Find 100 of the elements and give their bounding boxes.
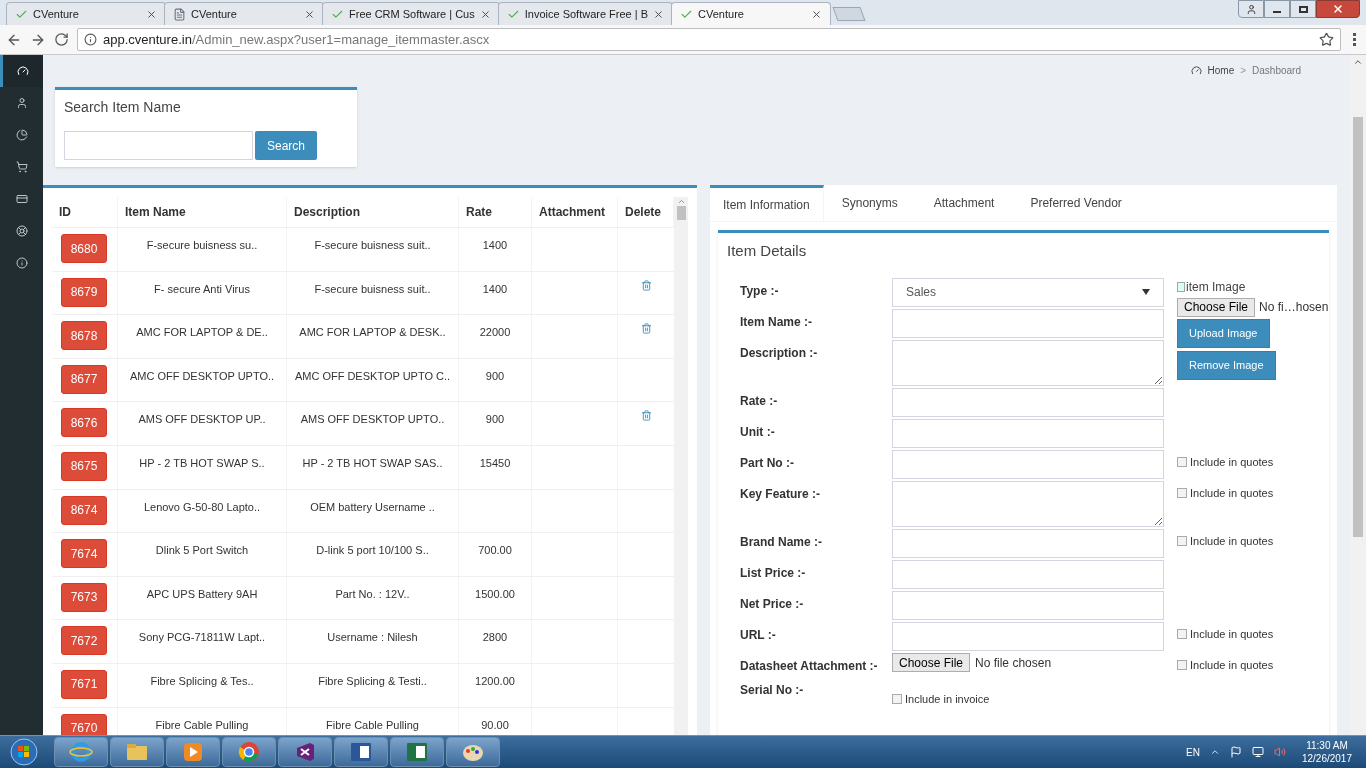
reload-icon[interactable] bbox=[54, 32, 69, 47]
address-field[interactable]: app.cventure.in/Admin_new.aspx?user1=manage_itemmaster.ascx bbox=[77, 28, 1341, 51]
taskbar-app-button[interactable] bbox=[446, 737, 500, 767]
browser-tab[interactable]: Invoice Software Free | B bbox=[497, 2, 674, 25]
browser-tab[interactable]: Free CRM Software | Cus bbox=[322, 2, 500, 25]
detail-tab[interactable]: Synonyms bbox=[823, 185, 916, 221]
table-cell: 1200.00 bbox=[459, 663, 532, 707]
table-cell: 15450 bbox=[459, 445, 532, 489]
id-badge[interactable]: 8680 bbox=[61, 234, 107, 263]
life-ring-icon bbox=[15, 225, 28, 237]
search-button[interactable]: Search bbox=[255, 131, 318, 160]
new-tab-button[interactable] bbox=[832, 7, 866, 21]
input-field[interactable] bbox=[892, 418, 1164, 448]
close-button[interactable] bbox=[1316, 0, 1360, 18]
delete-icon[interactable] bbox=[640, 410, 652, 422]
close-icon[interactable] bbox=[304, 8, 315, 20]
table-cell: 1400 bbox=[459, 271, 532, 315]
checkbox[interactable] bbox=[1177, 487, 1187, 498]
scroll-up-icon[interactable] bbox=[1353, 57, 1363, 67]
choose-file-button[interactable]: Choose File bbox=[892, 653, 971, 672]
id-badge[interactable]: 7672 bbox=[61, 626, 107, 656]
file-status: No file chosen bbox=[975, 654, 1052, 672]
choose-file-button[interactable]: Choose File bbox=[1177, 297, 1256, 317]
column-header: ID bbox=[52, 197, 118, 227]
network-icon[interactable] bbox=[1251, 746, 1264, 758]
id-badge[interactable]: 8674 bbox=[61, 495, 107, 525]
id-badge[interactable]: 8679 bbox=[61, 277, 107, 307]
input-field[interactable] bbox=[892, 449, 1164, 479]
input-field[interactable] bbox=[892, 621, 1164, 651]
field-label: Net Price :- bbox=[739, 595, 805, 613]
field-label: Type :- bbox=[739, 282, 780, 300]
table-cell: 1500.00 bbox=[459, 576, 532, 620]
input-field[interactable] bbox=[892, 308, 1164, 338]
detail-tab[interactable]: Item Information bbox=[710, 185, 824, 221]
close-icon[interactable] bbox=[146, 8, 157, 20]
detail-tab[interactable]: Attachment bbox=[915, 185, 1013, 221]
checkbox[interactable] bbox=[892, 693, 902, 704]
scroll-thumb[interactable] bbox=[1353, 117, 1363, 537]
flag-icon[interactable] bbox=[1229, 746, 1242, 758]
close-icon[interactable] bbox=[811, 8, 823, 20]
file-status: No fi…hosen bbox=[1259, 299, 1329, 316]
clock[interactable]: 11:30 AM 12/26/2017 bbox=[1301, 739, 1352, 765]
id-badge[interactable]: 8677 bbox=[61, 364, 107, 394]
taskbar-app-button[interactable] bbox=[110, 737, 164, 767]
search-field[interactable] bbox=[64, 131, 253, 160]
taskbar-app-button[interactable] bbox=[166, 737, 220, 767]
input-field[interactable] bbox=[892, 528, 1164, 558]
checkbox[interactable] bbox=[1177, 659, 1187, 670]
taskbar-app-button[interactable] bbox=[334, 737, 388, 767]
browser-tab[interactable]: CVenture bbox=[6, 2, 166, 25]
browser-tab[interactable]: CVenture bbox=[164, 2, 324, 25]
field-label: Brand Name :- bbox=[739, 533, 823, 551]
pie-chart-icon bbox=[15, 129, 28, 141]
table-cell: Lenovo G-50-80 Lapto.. bbox=[118, 489, 287, 533]
detail-tab[interactable]: Preferred Vendor bbox=[1012, 185, 1140, 221]
tray-expand-icon[interactable] bbox=[1209, 747, 1220, 757]
id-badge[interactable]: 7673 bbox=[61, 582, 107, 612]
volume-muted-icon[interactable] bbox=[1273, 746, 1286, 758]
id-badge[interactable]: 7674 bbox=[61, 539, 107, 569]
remove-image-button[interactable]: Remove Image bbox=[1177, 350, 1276, 380]
checkbox-label: Include in quotes bbox=[1190, 454, 1274, 470]
close-icon[interactable] bbox=[653, 8, 665, 20]
scroll-up-icon[interactable] bbox=[676, 197, 686, 206]
input-field[interactable] bbox=[892, 387, 1164, 417]
cart-icon bbox=[15, 161, 28, 173]
type-select[interactable]: Sales bbox=[892, 277, 1164, 307]
taskbar-app-button[interactable] bbox=[278, 737, 332, 767]
checkbox[interactable] bbox=[1177, 628, 1187, 639]
bookmark-star-icon[interactable] bbox=[1319, 32, 1334, 47]
id-badge[interactable]: 8675 bbox=[61, 451, 107, 481]
table-cell: 700.00 bbox=[459, 533, 532, 576]
taskbar-app-button[interactable] bbox=[390, 737, 444, 767]
maximize-button[interactable] bbox=[1290, 0, 1316, 18]
breadcrumb-link[interactable]: Home bbox=[1207, 62, 1235, 78]
browser-tab[interactable]: CVenture bbox=[671, 2, 832, 25]
close-icon[interactable] bbox=[479, 8, 491, 20]
taskbar-app-button[interactable] bbox=[222, 737, 276, 767]
scroll-thumb[interactable] bbox=[676, 206, 686, 220]
id-badge[interactable]: 8676 bbox=[61, 408, 107, 438]
delete-icon[interactable] bbox=[640, 323, 652, 335]
language-indicator[interactable]: EN bbox=[1186, 744, 1200, 760]
page-icon bbox=[173, 7, 186, 21]
checkbox[interactable] bbox=[1177, 535, 1187, 546]
taskbar-app-button[interactable] bbox=[54, 737, 108, 767]
id-badge[interactable]: 7671 bbox=[61, 669, 107, 699]
checkbox[interactable] bbox=[1177, 456, 1187, 467]
chrome-icon bbox=[237, 740, 261, 764]
field-label: Datasheet Attachment :- bbox=[739, 657, 879, 675]
upload-image-button[interactable]: Upload Image bbox=[1177, 318, 1270, 348]
table-cell: Part No. : 12V.. bbox=[287, 576, 459, 620]
minimize-button[interactable] bbox=[1264, 0, 1290, 18]
user-icon bbox=[1245, 3, 1257, 15]
info-icon bbox=[15, 257, 28, 269]
delete-icon[interactable] bbox=[640, 279, 652, 291]
input-field[interactable] bbox=[892, 559, 1164, 589]
sidebar-item[interactable] bbox=[0, 55, 43, 87]
user-button[interactable] bbox=[1238, 0, 1264, 18]
input-field[interactable] bbox=[892, 590, 1164, 620]
id-badge[interactable]: 7670 bbox=[61, 713, 107, 735]
id-badge[interactable]: 8678 bbox=[61, 321, 107, 351]
